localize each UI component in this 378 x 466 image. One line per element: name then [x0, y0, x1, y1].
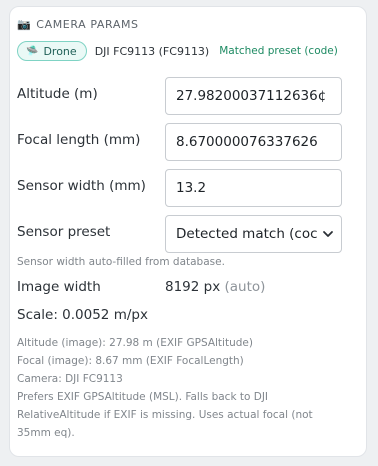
match-status: Matched preset (code) — [219, 45, 338, 57]
sensor-width-input[interactable]: 13.2 — [165, 169, 342, 207]
focal-length-input[interactable]: 8.670000076337626 — [165, 123, 342, 161]
altitude-label: Altitude (m) — [17, 86, 98, 102]
sensor-hint: Sensor width auto-filled from database. — [17, 256, 225, 268]
source-badge-label: Drone — [43, 44, 77, 58]
source-row: 🛸 Drone DJI FC9113 (FC9113) Matched pres… — [17, 41, 338, 61]
section-title: CAMERA PARAMS — [36, 18, 139, 31]
focal-length-label: Focal length (mm) — [17, 132, 141, 148]
note-altitude: Altitude (image): 27.98 m (EXIF GPSAltit… — [17, 337, 253, 349]
image-width-auto-tag: (auto) — [224, 279, 266, 295]
section-header: 📷 CAMERA PARAMS — [17, 18, 139, 31]
sensor-preset-value: Detected match (coc — [176, 226, 318, 242]
image-width-value: 8192 px (auto) — [165, 279, 265, 295]
drone-icon: 🛸 — [26, 45, 39, 57]
image-width-number: 8192 px — [165, 279, 221, 295]
altitude-input[interactable]: 27.98200037112636¢ — [165, 77, 342, 115]
note-focal: Focal (image): 8.67 mm (EXIF FocalLength… — [17, 355, 244, 367]
exif-notes: Altitude (image): 27.98 m (EXIF GPSAltit… — [17, 334, 337, 442]
camera-model: DJI FC9113 (FC9113) — [94, 44, 210, 58]
note-explanation: Prefers EXIF GPSAltitude (MSL). Falls ba… — [17, 391, 313, 439]
source-badge: 🛸 Drone — [17, 41, 87, 61]
sensor-preset-select[interactable]: Detected match (coc — [165, 215, 342, 253]
chevron-down-icon — [321, 216, 335, 252]
note-camera: Camera: DJI FC9113 — [17, 373, 123, 385]
sensor-preset-label: Sensor preset — [17, 224, 111, 240]
sensor-width-label: Sensor width (mm) — [17, 178, 146, 194]
image-width-label: Image width — [17, 279, 101, 295]
camera-icon: 📷 — [17, 18, 32, 31]
scale-readout: Scale: 0.0052 m/px — [17, 307, 148, 323]
